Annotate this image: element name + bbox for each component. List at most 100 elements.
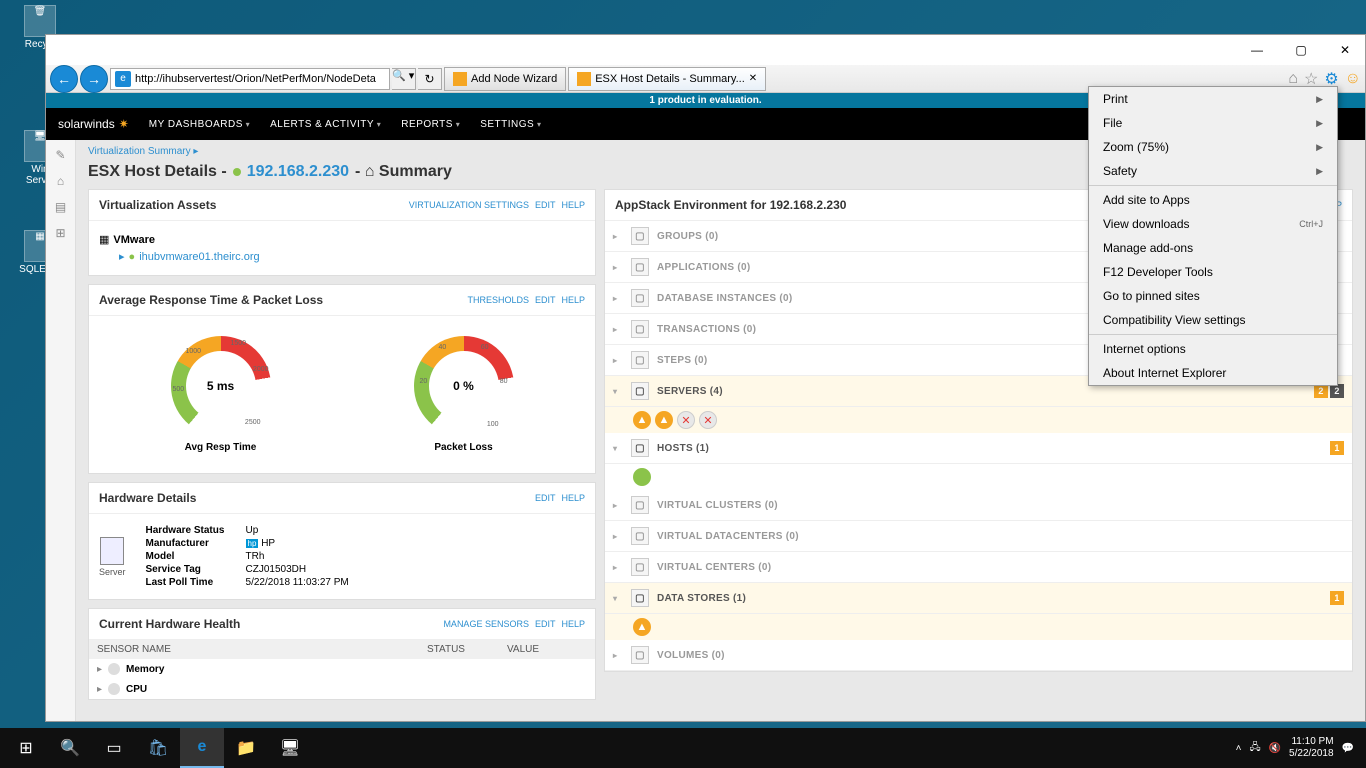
address-bar[interactable]: e http://ihubservertest/Orion/NetPerfMon… [110,68,390,90]
maximize-button[interactable]: ▢ [1289,38,1313,62]
link-edit[interactable]: EDIT [535,295,556,305]
menu-alerts[interactable]: ALERTS & ACTIVITY [270,119,381,130]
home-nav-icon[interactable]: ⌂ [57,174,64,188]
ie-menu-item[interactable]: Compatibility View settings [1089,308,1337,332]
page-title-ip[interactable]: 192.168.2.230 [247,163,349,181]
tray-up-icon[interactable]: ˄ [1236,743,1242,754]
widget-title: AppStack Environment for 192.168.2.230 [615,198,846,212]
vmware-icon: ▦ [99,233,109,246]
solarwinds-logo[interactable]: solarwinds✷ [58,117,129,131]
link-help[interactable]: HELP [561,493,585,503]
tab-label: Add Node Wizard [471,73,557,85]
link-edit[interactable]: EDIT [535,493,556,503]
stack-row[interactable]: ▾▢DATA STORES (1)1 [605,583,1352,614]
ie-menu-item[interactable]: Internet options [1089,337,1337,361]
stack-row[interactable]: ▸▢VIRTUAL CLUSTERS (0) [605,490,1352,521]
app-taskbar-button[interactable]: 🖥 [268,728,312,768]
ie-menu-item[interactable]: File▶ [1089,111,1337,135]
link-help[interactable]: HELP [561,619,585,629]
start-button[interactable]: ⊞ [4,728,48,768]
minimize-button[interactable]: — [1245,38,1269,62]
search-button[interactable]: 🔍 [48,728,92,768]
ie-menu-item[interactable]: Safety▶ [1089,159,1337,183]
menu-dashboards[interactable]: MY DASHBOARDS [149,119,250,130]
sensor-row[interactable]: ▸ CPU [89,679,595,699]
ie-menu-item[interactable]: About Internet Explorer [1089,361,1337,385]
tree-root[interactable]: ▦VMware [99,231,585,248]
menu-settings[interactable]: SETTINGS [480,119,541,130]
widget-hardware: Hardware Details EDIT HELP Server Hardwa… [88,482,596,600]
storage-nav-icon[interactable]: ▤ [55,200,66,214]
status-dot-icon: ● [129,251,136,263]
tray-clock[interactable]: 11:10 PM 5/22/2018 [1289,736,1334,760]
menu-reports[interactable]: REPORTS [401,119,460,130]
stack-status-row: ▲▲✕✕ [605,407,1352,433]
ie-menu-item[interactable]: View downloadsCtrl+J [1089,212,1337,236]
gauge-resp-time: 500 1000 1500 2000 2500 5 ms [171,336,271,453]
widget-title: Virtualization Assets [99,198,216,212]
copy-nav-icon[interactable]: ⊞ [55,226,65,240]
tab-add-node[interactable]: Add Node Wizard [444,67,566,91]
widget-virt-assets: Virtualization Assets VIRTUALIZATION SET… [88,189,596,276]
stack-row[interactable]: ▸▢VIRTUAL DATACENTERS (0) [605,521,1352,552]
window-titlebar: — ▢ ✕ [46,35,1365,65]
link-virt-settings[interactable]: VIRTUALIZATION SETTINGS [409,200,529,210]
sensor-row[interactable]: ▸ Memory [89,659,595,679]
stack-status-row: ▲ [605,614,1352,640]
link-help[interactable]: HELP [561,295,585,305]
smiley-icon[interactable]: ☺ [1345,70,1361,88]
tray-network-icon[interactable]: 🖧 [1249,740,1260,757]
home-icon[interactable]: ⌂ [1288,70,1298,88]
stack-row[interactable]: ▸▢VOLUMES (0) [605,640,1352,671]
store-button[interactable]: 🛍 [136,728,180,768]
refresh-button[interactable]: ↻ [418,68,442,90]
task-view-button[interactable]: ▭ [92,728,136,768]
ie-menu-item[interactable]: Add site to Apps [1089,188,1337,212]
link-edit[interactable]: EDIT [535,200,556,210]
widget-title: Current Hardware Health [99,617,240,631]
hw-row: Service TagCZJ01503DH [146,563,349,576]
ie-menu-item[interactable]: F12 Developer Tools [1089,260,1337,284]
ie-tools-menu: Print▶File▶Zoom (75%)▶Safety▶ Add site to… [1088,86,1338,386]
gauge-label: Avg Resp Time [171,442,271,453]
widget-health: Current Hardware Health MANAGE SENSORS E… [88,608,596,700]
ie-taskbar-button[interactable]: e [180,728,224,768]
tray-notifications-icon[interactable]: 💬 [1342,743,1354,754]
stack-row[interactable]: ▸▢VIRTUAL CENTERS (0) [605,552,1352,583]
ie-icon: e [115,71,131,87]
gauge-label: Packet Loss [414,442,514,453]
forward-button[interactable]: → [80,65,108,93]
widget-title: Hardware Details [99,491,196,505]
gauge-packet-loss: 20 40 60 80 100 0 % [414,336,514,453]
back-button[interactable]: ← [50,65,78,93]
link-manage-sensors[interactable]: MANAGE SENSORS [443,619,529,629]
ie-menu-item[interactable]: Go to pinned sites [1089,284,1337,308]
url-text: http://ihubservertest/Orion/NetPerfMon/N… [135,73,376,85]
search-button[interactable]: 🔍 ▾ [392,68,416,90]
tree-child[interactable]: ▸ ● ihubvmware01.theirc.org [119,248,585,265]
sensor-table-header: SENSOR NAME STATUS VALUE [89,640,595,659]
link-edit[interactable]: EDIT [535,619,556,629]
server-icon: Server [99,537,126,577]
tab-label: ESX Host Details - Summary... [595,73,745,85]
hw-row: ModelTRh [146,550,349,563]
tray-volume-icon[interactable]: 🔇 [1269,743,1281,754]
explorer-taskbar-button[interactable]: 📁 [224,728,268,768]
tab-esx-host[interactable]: ESX Host Details - Summary... ✕ [568,67,766,91]
stack-row[interactable]: ▾▢HOSTS (1)1 [605,433,1352,464]
solarwinds-icon [577,72,591,86]
stack-status-row [605,464,1352,490]
pencil-icon[interactable]: ✎ [55,148,65,162]
close-button[interactable]: ✕ [1333,38,1357,62]
widget-title: Average Response Time & Packet Loss [99,293,323,307]
link-help[interactable]: HELP [561,200,585,210]
tab-close-icon[interactable]: ✕ [749,73,757,84]
ie-menu-item[interactable]: Zoom (75%)▶ [1089,135,1337,159]
ie-menu-item[interactable]: Print▶ [1089,87,1337,111]
left-nav-rail: ✎ ⌂ ▤ ⊞ [46,140,76,721]
hw-row: Manufacturerhp HP [146,537,349,550]
ie-menu-item[interactable]: Manage add-ons [1089,236,1337,260]
link-thresholds[interactable]: THRESHOLDS [467,295,529,305]
taskbar: ⊞ 🔍 ▭ 🛍 e 📁 🖥 ˄ 🖧 🔇 11:10 PM 5/22/2018 💬 [0,728,1366,768]
widget-response-time: Average Response Time & Packet Loss THRE… [88,284,596,474]
